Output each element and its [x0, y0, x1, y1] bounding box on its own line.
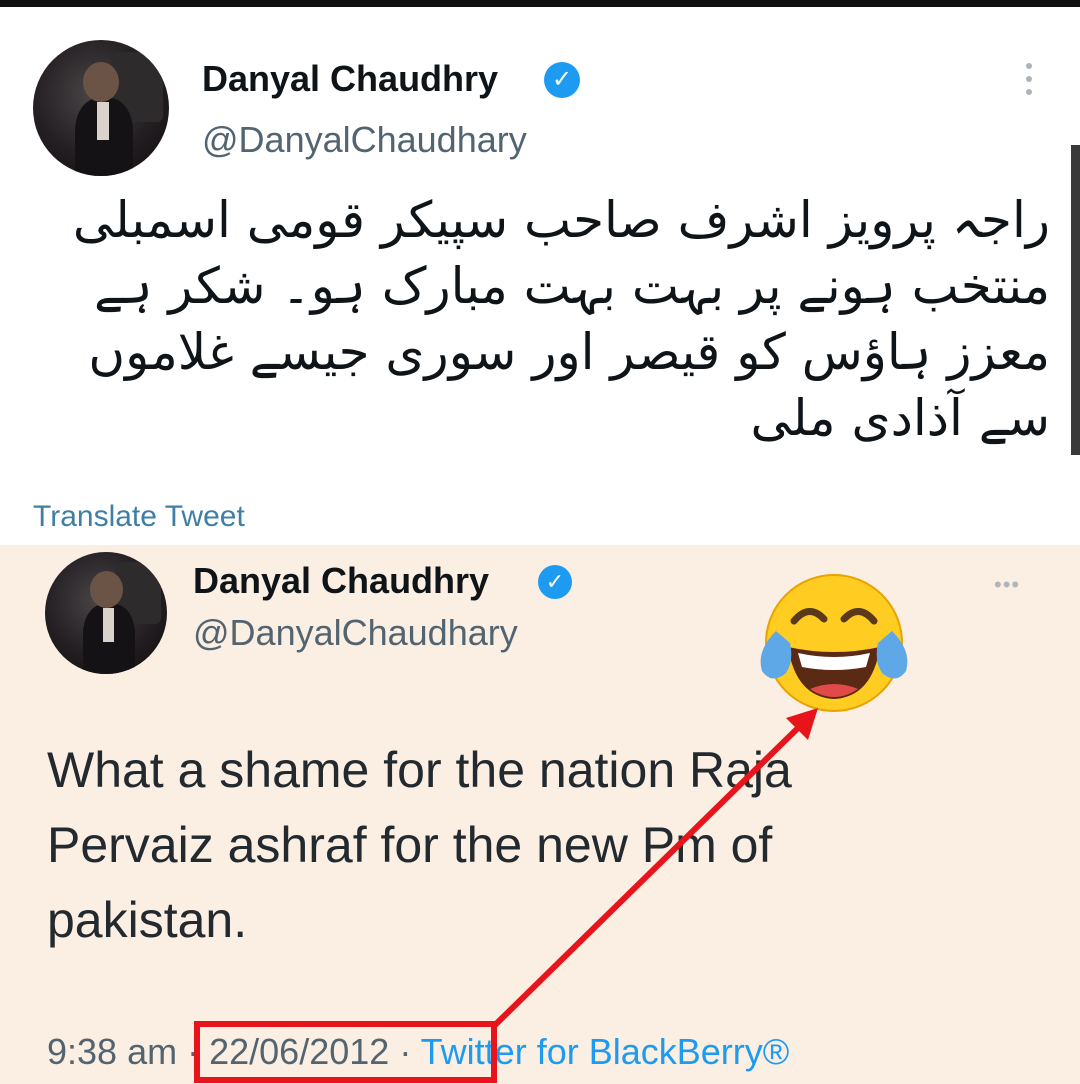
- avatar[interactable]: [33, 40, 169, 176]
- tweet-metadata: 9:38 am · 22/06/2012 · Twitter for Black…: [47, 1031, 789, 1073]
- top-edge-bar: [0, 0, 1080, 7]
- tweet-card-top: Danyal Chaudhry ✓ @DanyalChaudhary راجہ …: [0, 7, 1080, 545]
- display-name[interactable]: Danyal Chaudhry: [202, 58, 498, 100]
- more-horizontal-icon[interactable]: •••: [994, 572, 1020, 598]
- tweet-text: راجہ پرویز اشرف صاحب سپیکر قومی اسمبلی م…: [72, 191, 1050, 447]
- tweet-source[interactable]: Twitter for BlackBerry®: [421, 1031, 790, 1072]
- face-with-tears-of-joy-icon: [760, 574, 908, 712]
- more-vertical-icon[interactable]: [1022, 63, 1036, 103]
- verified-badge-icon: ✓: [538, 565, 572, 599]
- separator: ·: [187, 1031, 200, 1072]
- scrollbar[interactable]: [1071, 145, 1080, 455]
- avatar[interactable]: [45, 552, 167, 674]
- verified-badge-icon: ✓: [544, 62, 580, 98]
- tweet-date[interactable]: 22/06/2012: [209, 1031, 389, 1072]
- screenshot-page: Danyal Chaudhry ✓ @DanyalChaudhary راجہ …: [0, 0, 1080, 1084]
- separator: ·: [399, 1031, 412, 1072]
- tweet-card-bottom: Danyal Chaudhry ✓ @DanyalChaudhary ••• W…: [0, 545, 1080, 1084]
- tweet-text: What a shame for the nation Raja Pervaiz…: [47, 742, 792, 948]
- translate-tweet-link[interactable]: Translate Tweet: [33, 500, 245, 534]
- display-name[interactable]: Danyal Chaudhry: [193, 560, 489, 602]
- user-handle[interactable]: @DanyalChaudhary: [202, 119, 527, 161]
- user-handle[interactable]: @DanyalChaudhary: [193, 612, 518, 654]
- tweet-time[interactable]: 9:38 am: [47, 1031, 177, 1072]
